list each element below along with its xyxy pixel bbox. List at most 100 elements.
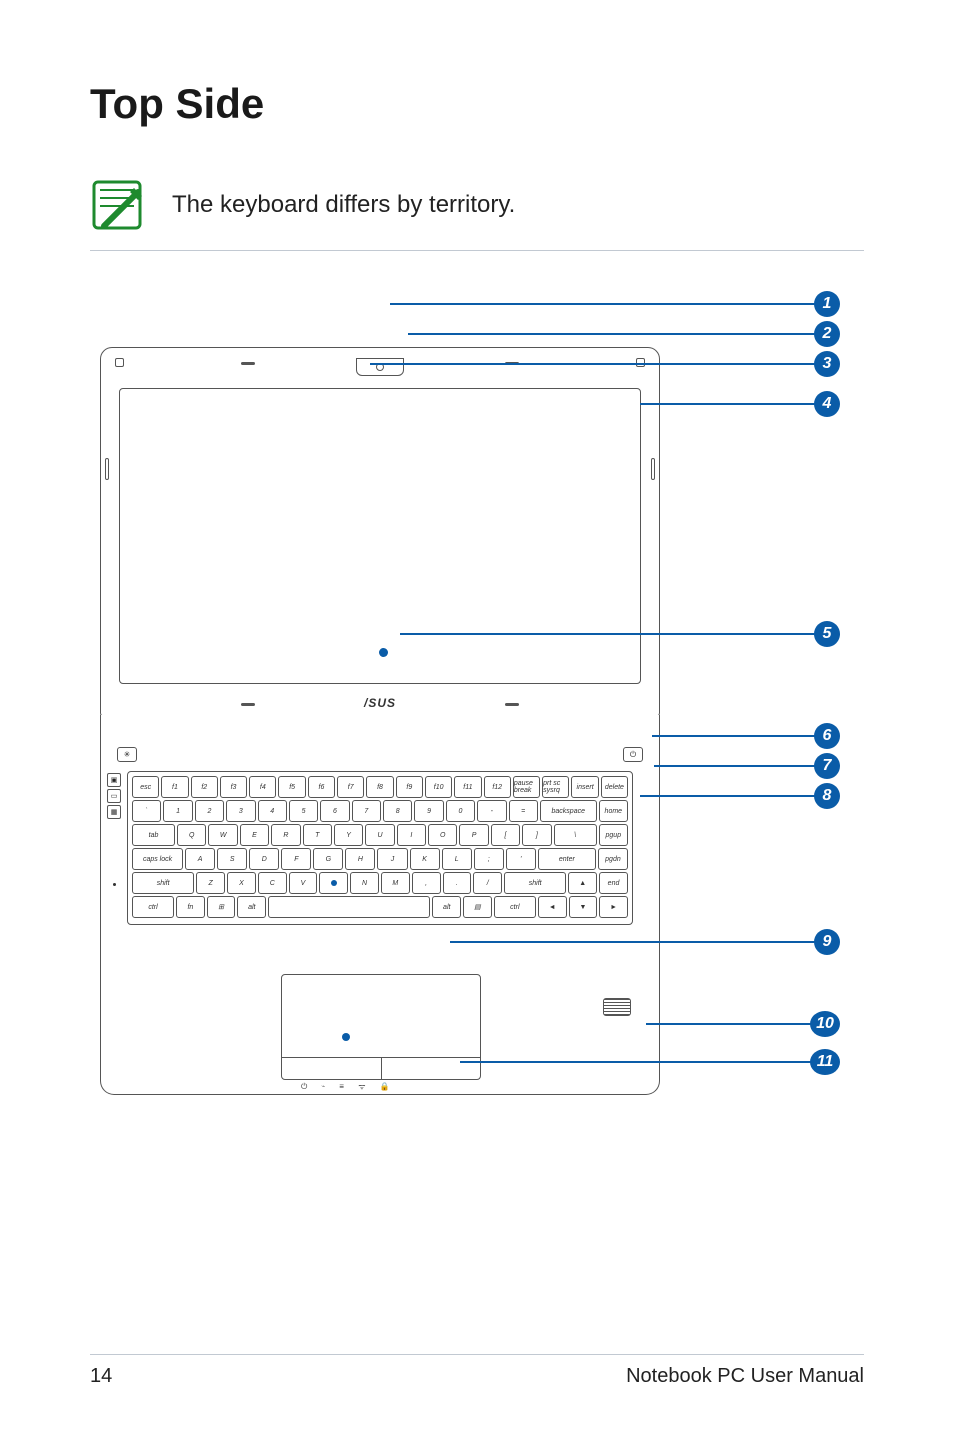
laptop-diagram: /SUS ✳ ⏻ ▣ ▭ ▦ escf1f2f3f4f5f6f7f8f9f10f… — [100, 291, 840, 1131]
key: f3 — [220, 776, 247, 798]
key: delete — [601, 776, 628, 798]
callout-1: 1 — [814, 291, 840, 317]
mic-slot-left — [241, 362, 255, 365]
key: P — [459, 824, 488, 846]
key: Q — [177, 824, 206, 846]
callout-9: 9 — [814, 929, 840, 955]
key: N — [350, 872, 379, 894]
key: fn — [176, 896, 205, 918]
key: 8 — [383, 800, 412, 822]
key: f8 — [366, 776, 393, 798]
key: Y — [334, 824, 363, 846]
callout-6: 6 — [814, 723, 840, 749]
key: U — [365, 824, 394, 846]
key: C — [258, 872, 287, 894]
indicator-icon: ▦ — [107, 805, 121, 819]
keyboard: escf1f2f3f4f5f6f7f8f9f10f11f12pause brea… — [127, 771, 633, 925]
key: - — [477, 800, 506, 822]
key: A — [185, 848, 215, 870]
key: I — [397, 824, 426, 846]
indicator-icon: ▭ — [107, 789, 121, 803]
key: R — [271, 824, 300, 846]
callout-dot-display — [379, 648, 388, 657]
side-slot-left — [105, 458, 109, 480]
indicator-icon: ▣ — [107, 773, 121, 787]
footer-text: Notebook PC User Manual — [626, 1365, 864, 1388]
key: X — [227, 872, 256, 894]
callouts: 1 2 3 4 5 6 7 8 9 10 11 — [660, 291, 840, 1131]
key: F — [281, 848, 311, 870]
key: f11 — [454, 776, 481, 798]
key: Z — [196, 872, 225, 894]
instant-key-button: ✳ — [117, 747, 137, 762]
key — [268, 896, 430, 918]
lower-slot-left — [241, 703, 255, 706]
key: D — [249, 848, 279, 870]
key: 5 — [289, 800, 318, 822]
note-text: The keyboard differs by territory. — [172, 191, 515, 219]
key: esc — [132, 776, 159, 798]
key: E — [240, 824, 269, 846]
key: T — [303, 824, 332, 846]
page-title: Top Side — [90, 80, 864, 128]
laptop-lid: /SUS — [100, 347, 660, 717]
brand-logo: /SUS — [364, 696, 396, 710]
key: f5 — [278, 776, 305, 798]
fingerprint-reader-icon — [603, 998, 631, 1016]
indicator-led — [113, 883, 116, 886]
callout-3: 3 — [814, 351, 840, 377]
side-slot-right — [651, 458, 655, 480]
key: ` — [132, 800, 161, 822]
key: [ — [491, 824, 520, 846]
key: ; — [474, 848, 504, 870]
key: f6 — [308, 776, 335, 798]
key: f10 — [425, 776, 452, 798]
key: L — [442, 848, 472, 870]
key: 9 — [414, 800, 443, 822]
key: alt — [432, 896, 461, 918]
webcam-cluster — [353, 356, 407, 378]
side-indicator-strip: ▣ ▭ ▦ — [107, 773, 121, 845]
key: pgup — [599, 824, 628, 846]
key: enter — [538, 848, 596, 870]
note-row: The keyboard differs by territory. — [90, 178, 864, 251]
callout-5: 5 — [814, 621, 840, 647]
callout-11: 11 — [810, 1049, 840, 1075]
page-footer: 14 Notebook PC User Manual — [90, 1354, 864, 1388]
key: f12 — [484, 776, 511, 798]
key: ▲ — [568, 872, 597, 894]
laptop-base: ✳ ⏻ ▣ ▭ ▦ escf1f2f3f4f5f6f7f8f9f10f11f12… — [100, 715, 660, 1095]
key: ▼ — [569, 896, 598, 918]
note-icon — [90, 178, 144, 232]
key: ] — [522, 824, 551, 846]
lower-slot-right — [505, 703, 519, 706]
key: W — [208, 824, 237, 846]
key: f4 — [249, 776, 276, 798]
key: f2 — [191, 776, 218, 798]
key: / — [473, 872, 502, 894]
key: J — [377, 848, 407, 870]
key: 1 — [163, 800, 192, 822]
key: alt — [237, 896, 266, 918]
key: 7 — [352, 800, 381, 822]
key: G — [313, 848, 343, 870]
key: 0 — [446, 800, 475, 822]
display-panel — [119, 388, 641, 684]
key: shift — [132, 872, 194, 894]
callout-2: 2 — [814, 321, 840, 347]
key: ▤ — [463, 896, 492, 918]
key: V — [289, 872, 318, 894]
key: ctrl — [494, 896, 536, 918]
key: . — [443, 872, 472, 894]
key: insert — [571, 776, 598, 798]
page-number: 14 — [90, 1365, 112, 1388]
key: 4 — [258, 800, 287, 822]
status-indicator-row: ⏻ ⌁ ≡ ᯤ 🔒 — [301, 1081, 396, 1092]
power-button: ⏻ — [623, 747, 643, 762]
callout-4: 4 — [814, 391, 840, 417]
key: ⊞ — [207, 896, 236, 918]
key: pgdn — [598, 848, 628, 870]
key — [319, 872, 348, 894]
key: 3 — [226, 800, 255, 822]
key: shift — [504, 872, 566, 894]
